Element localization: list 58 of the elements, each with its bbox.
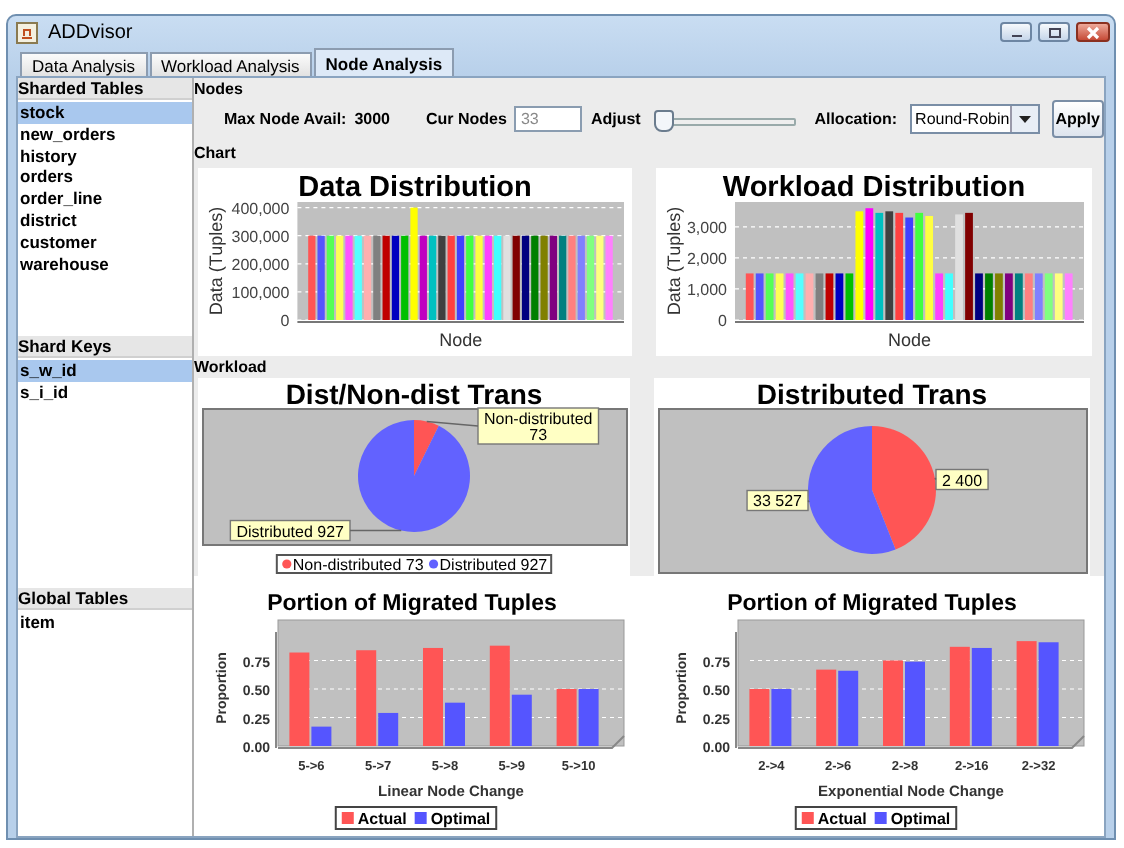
cur-nodes-field[interactable]: 33	[514, 106, 583, 132]
slice-label: Distributed 927	[229, 519, 351, 541]
slice-label: 33 527	[746, 489, 809, 511]
tick-label: 0	[718, 311, 727, 330]
section-label: Workload	[194, 357, 267, 376]
chart-title: Distributed Trans	[756, 377, 988, 410]
section-label: Nodes	[194, 78, 245, 100]
axis-title: Data (Tuples)	[206, 206, 226, 316]
field-label: Allocation:	[814, 110, 898, 128]
slice-label: 2 400	[935, 468, 989, 490]
legend-item: Optimal	[890, 810, 951, 829]
legend-item: Distributed 927	[439, 555, 548, 574]
axis-title: Data (Tuples)	[664, 206, 684, 316]
tick-label: 400,000	[231, 199, 290, 218]
list-item[interactable]: district	[18, 209, 192, 232]
tick-label: 100,000	[231, 283, 290, 302]
tick-label: 3,000	[686, 218, 727, 237]
tick-label: 1,000	[686, 280, 727, 299]
tab[interactable]: Data Analysis	[20, 52, 147, 76]
list-item[interactable]: item	[18, 612, 192, 634]
max-node-value: 3000	[354, 110, 390, 128]
chart-title: Dist/Non-dist Trans	[285, 377, 543, 410]
tick-label: 300,000	[231, 227, 290, 246]
section-header: Shard Keys	[18, 336, 192, 358]
tick-label: 0	[280, 311, 290, 330]
field-label: Adjust	[590, 110, 641, 128]
tab[interactable]: Node Analysis	[313, 48, 455, 76]
legend-item: Actual	[357, 810, 407, 829]
list-item[interactable]: history	[18, 145, 192, 167]
axis-title: Node	[439, 329, 483, 350]
chart-title: Workload Distribution	[722, 171, 1026, 204]
list-item[interactable]: new_orders	[18, 123, 192, 146]
chart-title: Data Distribution	[298, 171, 532, 204]
list-item[interactable]: s_w_id	[18, 360, 192, 382]
list-item[interactable]: customer	[18, 231, 192, 254]
field-label: Cur Nodes	[426, 110, 507, 128]
section-header: Sharded Tables	[18, 78, 192, 100]
slice-label: Non-distributed 73	[477, 407, 600, 445]
tick-label: 2,000	[686, 249, 727, 268]
legend-item: Non-distributed 73	[292, 555, 424, 574]
list-item[interactable]: s_i_id	[18, 381, 192, 404]
list-item[interactable]: stock	[18, 102, 192, 124]
allocation-dropdown[interactable]: Round-Robin	[909, 104, 1040, 134]
tab[interactable]: Workload Analysis	[149, 52, 312, 76]
legend-item: Actual	[817, 810, 867, 829]
tick-label: 200,000	[231, 255, 290, 274]
chart-title: Portion of Migrated Tuples	[267, 592, 557, 617]
list-item[interactable]: warehouse	[18, 253, 192, 275]
section-header: Global Tables	[18, 588, 192, 610]
axis-title: Node	[888, 329, 931, 350]
field-label: Max Node Avail:	[224, 110, 347, 128]
legend-item: Optimal	[430, 810, 491, 829]
list-item[interactable]: order_line	[18, 188, 192, 210]
apply-button[interactable]: Apply	[1051, 100, 1104, 138]
window-title: ADDvisor	[48, 21, 133, 43]
section-label: Chart	[194, 144, 236, 162]
chart-title: Portion of Migrated Tuples	[727, 592, 1017, 617]
list-item[interactable]: orders	[18, 166, 192, 189]
